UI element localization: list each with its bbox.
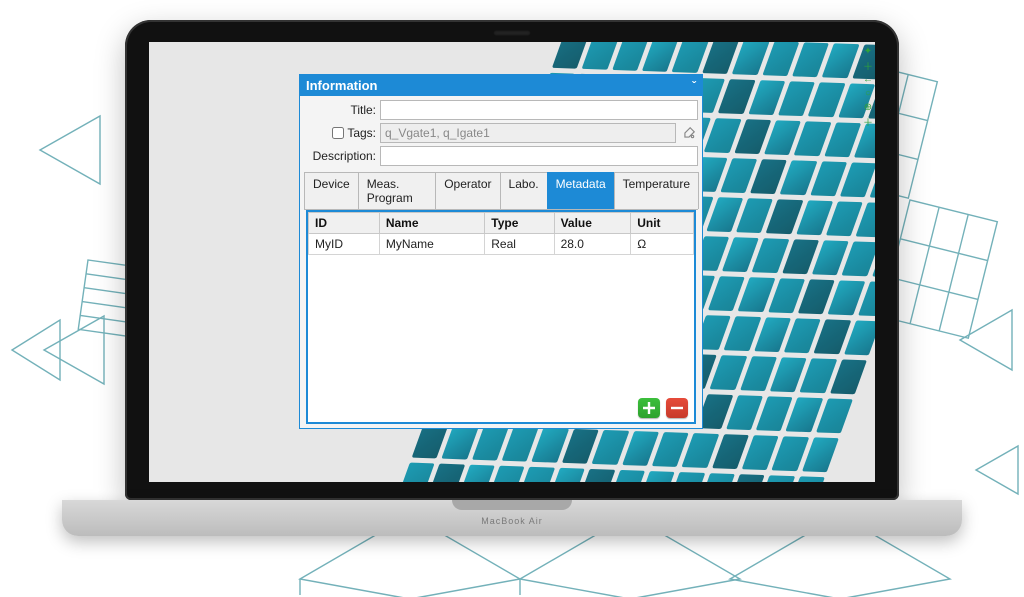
metadata-table: IDNameTypeValueUnit MyIDMyNameReal28.0Ω [308,212,694,255]
tags-checkbox[interactable] [332,127,344,139]
tags-label-text: Tags: [347,126,376,140]
description-input[interactable] [380,146,698,166]
side-icon[interactable]: ○ [863,88,873,98]
laptop-base: MacBook Air [62,500,962,536]
cell-value[interactable]: 28.0 [554,234,631,255]
metadata-table-scroll: IDNameTypeValueUnit MyIDMyNameReal28.0Ω [308,212,694,394]
side-icon[interactable]: ⊕ [863,102,873,112]
panel-title: Information [306,78,378,93]
tab-operator[interactable]: Operator [435,172,500,209]
tab-device[interactable]: Device [304,172,359,209]
column-header[interactable]: Name [379,213,484,234]
tags-label: Tags: [304,126,376,140]
table-actions [308,394,694,422]
add-row-button[interactable] [638,398,660,418]
side-icon[interactable]: ← [863,74,873,84]
remove-row-button[interactable] [666,398,688,418]
description-row: Description: [304,146,698,166]
trackpad-notch [452,500,572,510]
screen: ✦ ＋ ← ○ ⊕ ＋ Information ˇ Title: [149,42,875,482]
information-panel: Information ˇ Title: Tags: [299,74,703,429]
column-header[interactable]: Unit [631,213,694,234]
tab-meas-program[interactable]: Meas. Program [358,172,437,209]
panel-header[interactable]: Information ˇ [300,75,702,96]
tab-bar: DeviceMeas. ProgramOperatorLabo.Metadata… [304,172,698,210]
title-row: Title: [304,100,698,120]
column-header[interactable]: Type [485,213,554,234]
side-icon[interactable]: ＋ [863,116,873,126]
tab-temperature[interactable]: Temperature [614,172,699,209]
laptop-brand-text: MacBook Air [481,516,543,526]
cell-id[interactable]: MyID [309,234,380,255]
column-header[interactable]: ID [309,213,380,234]
side-icon[interactable]: ✦ [863,46,873,56]
column-header[interactable]: Value [554,213,631,234]
tags-row: Tags: [304,123,698,143]
form-area: Title: Tags: Descripti [300,96,702,428]
screen-bezel: ✦ ＋ ← ○ ⊕ ＋ Information ˇ Title: [125,20,899,500]
cell-unit[interactable]: Ω [631,234,694,255]
tags-input[interactable] [380,123,676,143]
metadata-tab-content: IDNameTypeValueUnit MyIDMyNameReal28.0Ω [306,210,696,424]
description-label: Description: [304,149,376,163]
tab-labo-[interactable]: Labo. [500,172,548,209]
tab-metadata[interactable]: Metadata [547,172,615,209]
camera-notch [493,30,531,36]
title-input[interactable] [380,100,698,120]
table-row[interactable]: MyIDMyNameReal28.0Ω [309,234,694,255]
laptop-frame: ✦ ＋ ← ○ ⊕ ＋ Information ˇ Title: [125,20,899,560]
side-icon[interactable]: ＋ [863,60,873,70]
editor-side-toolbar: ✦ ＋ ← ○ ⊕ ＋ [863,46,873,126]
tags-tools-icon[interactable] [680,124,698,142]
cell-type[interactable]: Real [485,234,554,255]
cell-name[interactable]: MyName [379,234,484,255]
title-label: Title: [304,103,376,117]
collapse-icon[interactable]: ˇ [692,79,696,93]
